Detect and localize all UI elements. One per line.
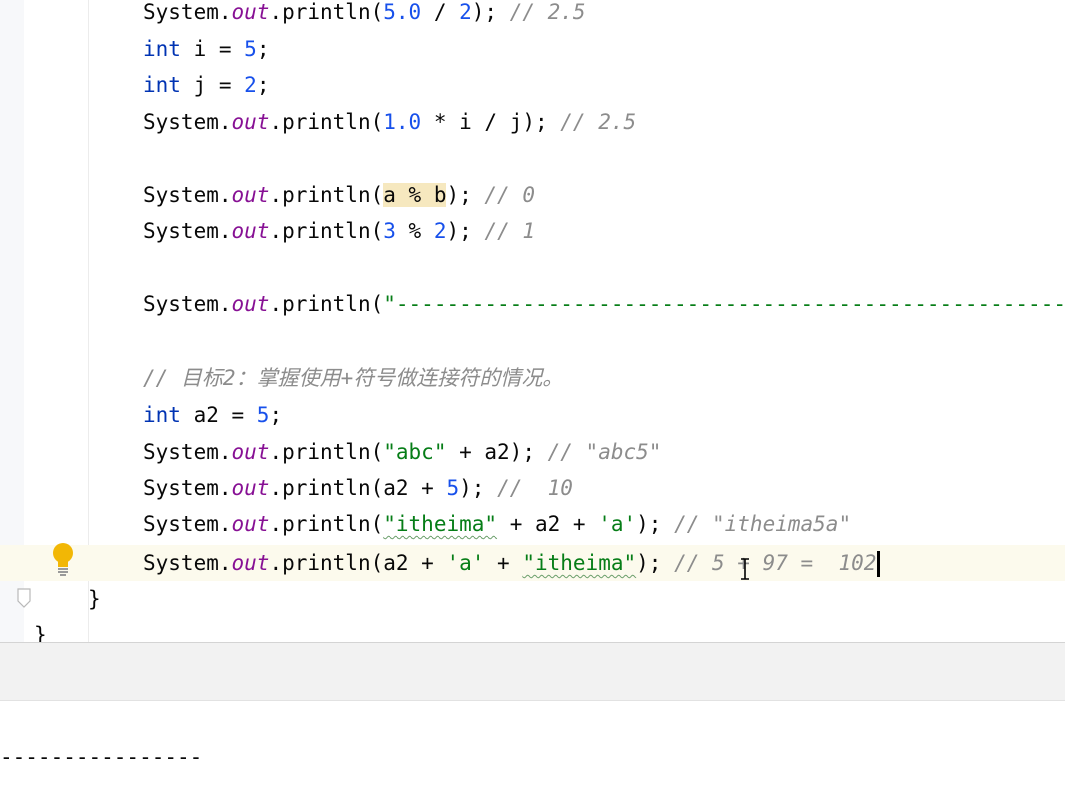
method-closing-brace: } (88, 587, 101, 611)
text-caret (877, 551, 881, 577)
code-token: j = (180, 73, 245, 97)
code-token: ); (459, 476, 498, 500)
number-token: 5.0 (383, 0, 422, 24)
string-token: "itheima" (383, 512, 498, 536)
code-token: ; (256, 37, 270, 61)
code-token: .println( (269, 110, 384, 134)
code-line[interactable]: System.out.println(a % b); // 0 (143, 180, 535, 210)
code-token: .println(a2 + (269, 551, 447, 575)
field-token: out (231, 183, 270, 207)
text-cursor-icon (741, 558, 749, 580)
code-token: System. (143, 440, 232, 464)
code-line[interactable]: int a2 = 5; (143, 400, 282, 430)
comment-token: // 2.5 (560, 110, 637, 134)
code-token: ); (471, 0, 510, 24)
fold-marker-icon[interactable] (16, 588, 32, 608)
code-token: System. (143, 292, 232, 316)
number-token: 3 (383, 219, 396, 243)
code-token: / (421, 0, 460, 24)
code-line[interactable]: System.out.println("abc" + a2); // "abc5… (143, 437, 661, 467)
code-token: .println( (269, 219, 384, 243)
code-token: .println( (269, 440, 384, 464)
field-token: out (231, 219, 270, 243)
code-line[interactable]: int j = 2; (143, 70, 269, 100)
code-token: ; (269, 403, 283, 427)
number-token: 2 (459, 0, 472, 24)
code-token: i = (180, 37, 245, 61)
string-token: 'a' (598, 512, 637, 536)
code-token: ); (446, 183, 485, 207)
code-token: % (395, 219, 434, 243)
comment-token: // 1 (484, 219, 536, 243)
code-token: .println( (269, 512, 384, 536)
field-token: out (231, 292, 270, 316)
code-token: + a2); (446, 440, 548, 464)
code-token: a2 = (180, 403, 257, 427)
field-token: out (231, 512, 270, 536)
code-token: * i / j); (421, 110, 561, 134)
code-token: .println( (269, 183, 384, 207)
code-token: ); (446, 219, 485, 243)
comment-token: // 0 (484, 183, 535, 207)
code-line[interactable]: System.out.println("--------------------… (143, 289, 1065, 319)
code-token: ); (636, 512, 675, 536)
comment-token: // 2.5 (509, 0, 586, 24)
string-token: "---------------------------------------… (383, 292, 1065, 316)
code-line[interactable]: System.out.println(1.0 * i / j); // 2.5 (143, 107, 636, 137)
field-token: out (231, 110, 270, 134)
number-token: 5 (244, 37, 257, 61)
string-token: "abc" (383, 440, 447, 464)
comment-token: // 5 + 97 = 102 (674, 551, 877, 575)
code-line[interactable]: System.out.println(a2 + 5); // 10 (143, 473, 573, 503)
field-token: out (231, 440, 270, 464)
code-token: System. (143, 512, 232, 536)
code-token: ); (636, 551, 675, 575)
code-line[interactable]: System.out.println("itheima" + a2 + 'a')… (143, 509, 851, 539)
number-token: 5 (446, 476, 460, 500)
comment-token: // 目标2：掌握使用+符号做连接符的情况。 (143, 366, 564, 390)
code-token: .println( (269, 0, 384, 24)
code-line-current[interactable]: System.out.println(a2 + 'a' + "itheima")… (143, 548, 881, 578)
field-token: out (231, 0, 270, 24)
number-token: 2 (244, 73, 257, 97)
string-token: "itheima" (522, 551, 637, 575)
code-token: System. (143, 551, 232, 575)
highlighted-expression: a % b (383, 183, 447, 207)
code-editor[interactable]: System.out.println(5.0 / 2); // 2.5 int … (0, 0, 1065, 642)
code-line[interactable]: System.out.println(5.0 / 2); // 2.5 (143, 0, 586, 27)
comment-token: // "abc5" (547, 440, 662, 464)
comment-token: // 10 (497, 476, 573, 500)
code-token: System. (143, 476, 232, 500)
code-comment-line[interactable]: // 目标2：掌握使用+符号做连接符的情况。 (143, 363, 563, 393)
code-token: System. (143, 110, 232, 134)
code-token: System. (143, 219, 232, 243)
code-token: System. (143, 183, 232, 207)
field-token: out (231, 476, 270, 500)
keyword-token: int (143, 73, 181, 97)
code-token: .println( (269, 292, 384, 316)
run-console[interactable]: ---------------- (0, 701, 1065, 794)
field-token: out (231, 551, 270, 575)
class-closing-brace: } (34, 623, 47, 642)
number-token: 2 (433, 219, 447, 243)
comment-token: // "itheima5a" (674, 512, 852, 536)
code-line[interactable]: int i = 5; (143, 34, 269, 64)
code-token: .println(a2 + (269, 476, 447, 500)
console-output-line: ---------------- (0, 745, 203, 769)
run-panel-header[interactable] (0, 643, 1065, 701)
code-token: + a2 + (497, 512, 599, 536)
number-token: 5 (256, 403, 270, 427)
code-token: + (484, 551, 523, 575)
keyword-token: int (143, 403, 181, 427)
keyword-token: int (143, 37, 181, 61)
code-token: ; (256, 73, 270, 97)
string-token: 'a' (446, 551, 485, 575)
code-token: System. (143, 0, 232, 24)
code-line[interactable]: System.out.println(3 % 2); // 1 (143, 216, 535, 246)
number-token: 1.0 (383, 110, 422, 134)
lightbulb-icon[interactable] (50, 542, 76, 578)
